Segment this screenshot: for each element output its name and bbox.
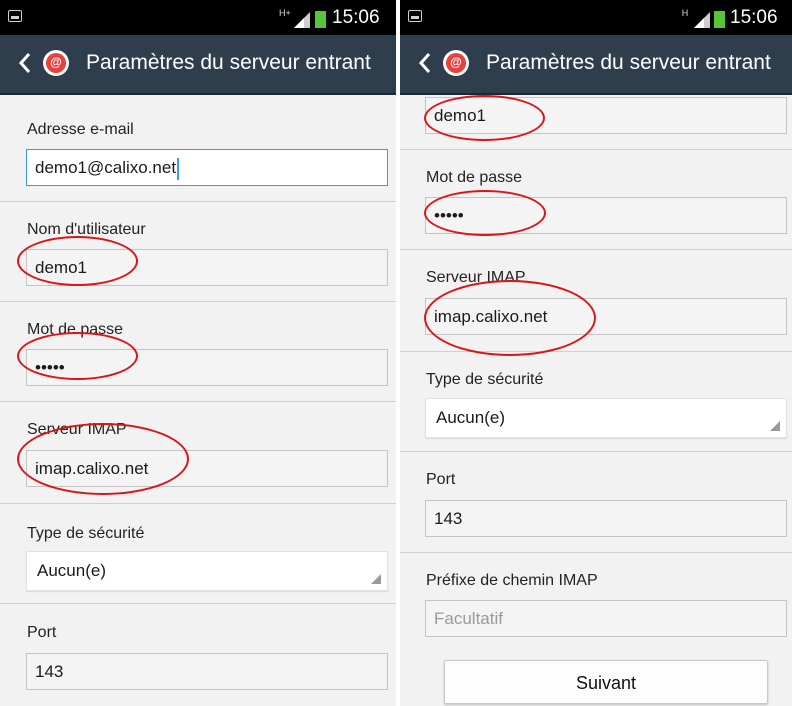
- password-label: Mot de passe: [426, 169, 523, 186]
- divider: [0, 201, 396, 202]
- username-field[interactable]: demo1: [425, 97, 787, 134]
- signal-icon: [694, 12, 710, 28]
- divider: [400, 552, 792, 553]
- security-dropdown[interactable]: Aucun(e): [26, 551, 388, 591]
- status-bar: H+ 15:06: [0, 0, 396, 35]
- email-app-icon: @: [43, 50, 69, 76]
- clock: 15:06: [730, 7, 778, 28]
- divider: [0, 503, 396, 504]
- port-field[interactable]: 143: [425, 500, 787, 537]
- page-title: Paramètres du serveur entrant: [86, 51, 371, 74]
- clock: 15:06: [332, 7, 380, 28]
- back-arrow-icon[interactable]: [18, 52, 32, 74]
- signal-icon: [294, 12, 310, 28]
- next-button[interactable]: Suivant: [444, 660, 768, 704]
- email-app-icon: @: [443, 50, 469, 76]
- at-sign-icon: @: [446, 53, 466, 73]
- back-arrow-icon[interactable]: [418, 52, 432, 74]
- server-label: Serveur IMAP: [27, 421, 127, 438]
- network-type-label: H+: [279, 8, 291, 18]
- security-label: Type de sécurité: [27, 525, 145, 542]
- right-screen: H 15:06 @ Paramètres du serveur entrant …: [400, 0, 792, 706]
- port-label: Port: [426, 471, 456, 488]
- divider: [0, 301, 396, 302]
- password-label: Mot de passe: [27, 321, 124, 338]
- path-prefix-field[interactable]: Facultatif: [425, 600, 787, 637]
- path-prefix-label: Préfixe de chemin IMAP: [426, 572, 598, 589]
- server-field[interactable]: imap.calixo.net: [26, 450, 388, 487]
- action-bar: @ Paramètres du serveur entrant: [400, 35, 792, 95]
- username-field[interactable]: demo1: [26, 249, 388, 286]
- notification-icon: [8, 10, 22, 22]
- divider: [400, 451, 792, 452]
- page-title: Paramètres du serveur entrant: [486, 51, 771, 74]
- dropdown-arrow-icon: [371, 574, 381, 584]
- battery-icon: [714, 11, 725, 28]
- server-field[interactable]: imap.calixo.net: [425, 298, 787, 335]
- port-label: Port: [27, 624, 57, 641]
- server-label: Serveur IMAP: [426, 269, 526, 286]
- at-sign-icon: @: [46, 53, 66, 73]
- security-value: Aucun(e): [37, 561, 106, 580]
- security-value: Aucun(e): [436, 408, 505, 427]
- port-field[interactable]: 143: [26, 653, 388, 690]
- divider: [400, 149, 792, 150]
- action-bar: @ Paramètres du serveur entrant: [0, 35, 396, 95]
- text-cursor: [177, 157, 179, 180]
- username-label: Nom d'utilisateur: [27, 221, 146, 238]
- email-field[interactable]: demo1@calixo.net: [26, 149, 388, 186]
- left-screen: H+ 15:06 @ Paramètres du serveur entrant…: [0, 0, 396, 706]
- dropdown-arrow-icon: [770, 421, 780, 431]
- network-type-label: H: [681, 8, 689, 18]
- email-label: Adresse e-mail: [27, 121, 134, 138]
- email-value: demo1@calixo.net: [35, 158, 177, 177]
- divider: [400, 351, 792, 352]
- divider: [400, 249, 792, 250]
- divider: [0, 603, 396, 604]
- security-label: Type de sécurité: [426, 371, 544, 388]
- security-dropdown[interactable]: Aucun(e): [425, 398, 787, 438]
- password-field[interactable]: •••••: [425, 197, 787, 234]
- password-field[interactable]: •••••: [26, 349, 388, 386]
- notification-icon: [408, 10, 422, 22]
- battery-icon: [315, 11, 326, 28]
- divider: [0, 401, 396, 402]
- status-bar: H 15:06: [400, 0, 792, 35]
